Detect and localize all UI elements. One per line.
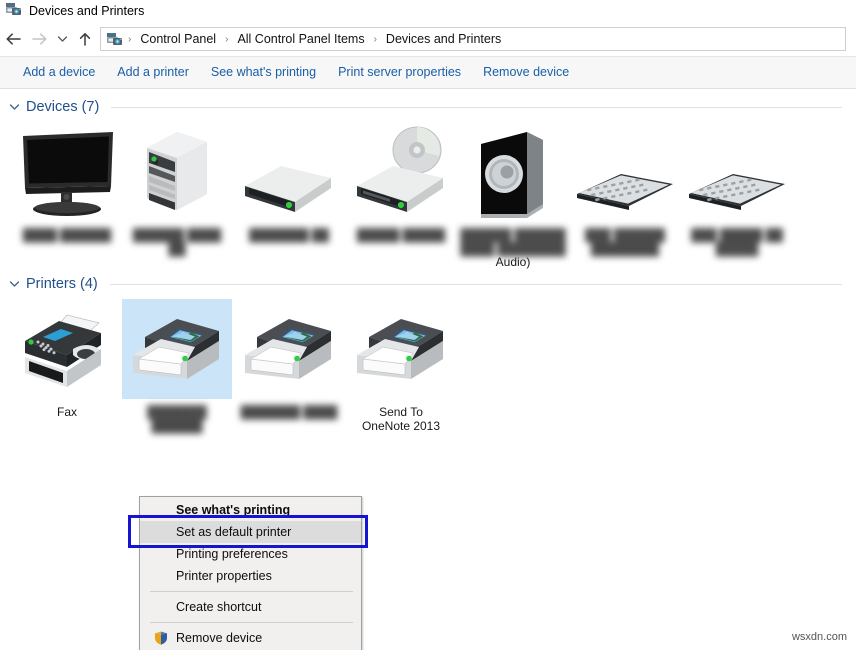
device-tile-usb-optical-mouse[interactable]: ███ █████ ██ █████ xyxy=(682,122,792,256)
tile-icon-wrap xyxy=(682,122,792,222)
context-menu-item-label: Remove device xyxy=(176,631,263,645)
breadcrumb-separator: › xyxy=(128,33,132,45)
printer-tile-selected[interactable]: ███████ ██████ xyxy=(122,299,232,433)
breadcrumb-separator: › xyxy=(225,33,229,45)
address-bar-icon xyxy=(107,32,123,46)
tile-icon-wrap xyxy=(12,122,122,222)
context-menu-item-create-shortcut[interactable]: Create shortcut xyxy=(140,596,361,618)
device-tile-monitor[interactable]: ████ ██████ xyxy=(12,122,122,242)
device-label: ████ ██████ xyxy=(22,228,112,242)
tile-icon-wrap xyxy=(458,122,568,222)
external-drive-icon xyxy=(234,126,344,218)
chevron-expanded-icon[interactable] xyxy=(8,101,20,113)
printer-icon xyxy=(346,303,456,395)
device-tile-desktop-tower[interactable]: ██████ ████ ██ xyxy=(122,122,232,256)
devices-and-printers-window: Devices and Printers › Control Panel › A… xyxy=(0,0,856,650)
up-arrow-icon[interactable] xyxy=(72,24,98,54)
add-a-printer-button[interactable]: Add a printer xyxy=(106,62,200,83)
printer-label: Send To OneNote 2013 xyxy=(361,405,441,433)
device-tile-speakers[interactable]: ██████ ██████ ████ ████████ Audio) xyxy=(458,122,568,269)
group-header-printers[interactable]: Printers (4) xyxy=(8,277,854,292)
tile-icon-wrap xyxy=(122,122,232,222)
command-bar: Add a device Add a printer See what's pr… xyxy=(0,56,856,89)
monitor-icon xyxy=(12,126,122,218)
navigation-bar: › Control Panel › All Control Panel Item… xyxy=(0,22,856,56)
context-menu-separator xyxy=(150,622,353,623)
printer-tile-onenote[interactable]: Send To OneNote 2013 xyxy=(346,299,456,433)
device-label: ███████ ██ xyxy=(249,228,329,242)
add-a-device-button[interactable]: Add a device xyxy=(12,62,106,83)
device-tile-external-drive[interactable]: ███████ ██ xyxy=(234,122,344,242)
speakers-icon xyxy=(458,126,568,218)
devices-and-printers-icon xyxy=(6,2,22,21)
device-tile-usb-keyboard[interactable]: ███ ██████ ████████ xyxy=(570,122,680,256)
usb-keyboard-icon xyxy=(570,126,680,218)
printer-label: ███████ ██████ xyxy=(147,405,207,433)
device-label: ███ █████ ██ █████ xyxy=(691,228,783,256)
title-bar: Devices and Printers xyxy=(0,0,856,22)
dvd-drive-icon xyxy=(346,126,456,218)
tile-icon-wrap xyxy=(346,299,456,399)
tile-icon-wrap xyxy=(234,122,344,222)
printer-context-menu: See what's printing Set as default print… xyxy=(139,496,362,650)
breadcrumb-separator: › xyxy=(373,33,377,45)
uac-shield-icon xyxy=(154,631,168,645)
content-area: Devices (7) ████ ██████ ██████ ████ ██ █… xyxy=(0,90,856,650)
printer-icon xyxy=(234,303,344,395)
printer-tile-2[interactable]: ███████ ████ xyxy=(234,299,344,419)
chevron-expanded-icon[interactable] xyxy=(8,278,20,290)
tile-icon-wrap xyxy=(570,122,680,222)
printer-icon xyxy=(122,303,232,395)
device-label-visible-tail: Audio) xyxy=(495,255,531,269)
fax-icon xyxy=(12,303,122,395)
breadcrumb-devices-and-printers[interactable]: Devices and Printers xyxy=(382,32,505,47)
context-menu-item-printing-preferences[interactable]: Printing preferences xyxy=(140,543,361,565)
chevron-down-icon[interactable] xyxy=(52,24,72,54)
desktop-tower-icon xyxy=(122,126,232,218)
forward-arrow-icon xyxy=(26,24,52,54)
printer-label: ███████ ████ xyxy=(240,405,338,419)
group-header-devices[interactable]: Devices (7) xyxy=(8,100,854,115)
device-tile-dvd-drive[interactable]: █████ █████ xyxy=(346,122,456,242)
group-rule xyxy=(109,283,842,285)
group-title-printers: Printers (4) xyxy=(26,276,98,292)
tile-icon-wrap xyxy=(346,122,456,222)
context-menu-item-remove-device[interactable]: Remove device xyxy=(140,627,361,649)
breadcrumb-control-panel[interactable]: Control Panel xyxy=(136,32,220,47)
watermark: wsxdn.com xyxy=(791,631,847,643)
breadcrumb-all-control-panel-items[interactable]: All Control Panel Items xyxy=(233,32,368,47)
back-arrow-icon[interactable] xyxy=(0,24,26,54)
tile-icon-wrap xyxy=(12,299,122,399)
group-rule xyxy=(111,106,842,108)
device-label: █████ █████ xyxy=(356,228,446,242)
tile-icon-wrap xyxy=(234,299,344,399)
context-menu-item-see-whats-printing[interactable]: See what's printing xyxy=(140,499,361,521)
address-bar[interactable]: › Control Panel › All Control Panel Item… xyxy=(100,27,846,51)
context-menu-item-set-as-default-printer[interactable]: Set as default printer xyxy=(140,521,361,543)
see-whats-printing-button[interactable]: See what's printing xyxy=(200,62,327,83)
printer-tile-fax[interactable]: Fax xyxy=(12,299,122,419)
device-label: ███ ██████ ████████ xyxy=(585,228,665,256)
remove-device-button[interactable]: Remove device xyxy=(472,62,580,83)
window-title: Devices and Printers xyxy=(29,3,145,18)
tile-icon-wrap xyxy=(122,299,232,399)
print-server-properties-button[interactable]: Print server properties xyxy=(327,62,472,83)
printer-label: Fax xyxy=(56,405,77,419)
device-label: ██████ ██████ ████ ████████ xyxy=(460,228,566,256)
context-menu-item-printer-properties[interactable]: Printer properties xyxy=(140,565,361,587)
usb-optical-mouse-icon xyxy=(682,126,792,218)
group-title-devices: Devices (7) xyxy=(26,99,100,115)
context-menu-separator xyxy=(150,591,353,592)
device-label: ██████ ████ ██ xyxy=(132,228,222,256)
